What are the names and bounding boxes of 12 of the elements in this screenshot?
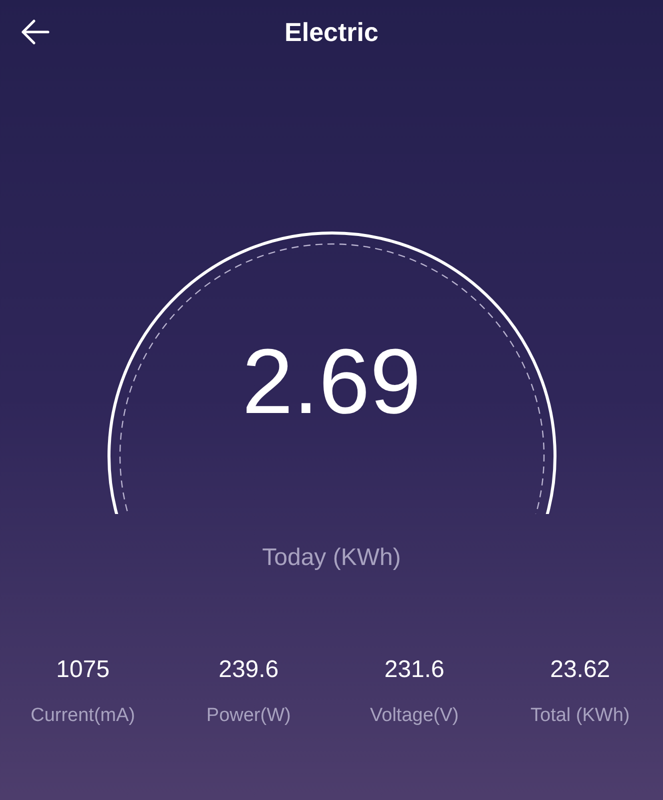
stat-label: Power(W) bbox=[206, 704, 291, 728]
stat-label: Current(mA) bbox=[30, 704, 136, 728]
page-title: Electric bbox=[284, 16, 378, 48]
stat-value: 239.6 bbox=[218, 655, 279, 685]
stat-value: 231.6 bbox=[384, 655, 444, 685]
back-arrow-icon[interactable] bbox=[20, 18, 50, 46]
stat-label: Total (KWh) bbox=[530, 704, 630, 728]
today-energy-value: 2.69 bbox=[242, 336, 422, 428]
stat-value: 23.62 bbox=[550, 655, 610, 685]
today-energy-caption: Today (KWh) bbox=[262, 543, 401, 573]
stat-label: Voltage(V) bbox=[370, 704, 459, 728]
stat-value: 1075 bbox=[56, 655, 110, 685]
